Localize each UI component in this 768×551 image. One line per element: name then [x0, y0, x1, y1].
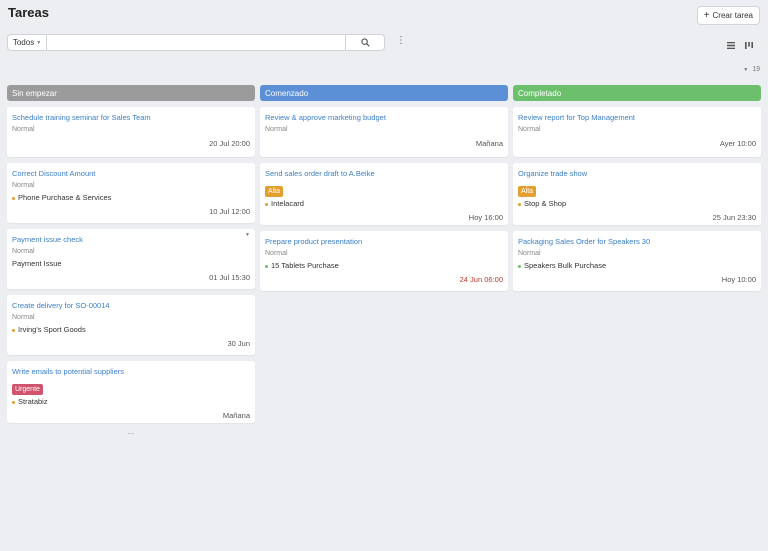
- task-client: Stratabiz: [12, 396, 250, 408]
- task-date: Ayer 10:00: [719, 139, 756, 148]
- status-dot-icon: [265, 264, 268, 268]
- card-menu-icon[interactable]: ▼: [245, 232, 250, 238]
- task-date: Mañana: [475, 139, 503, 148]
- task-priority: Normal: [12, 182, 35, 189]
- task-date: 25 Jun 23:30: [712, 213, 756, 222]
- caret-down-icon: ▼: [743, 67, 749, 73]
- more-options-icon[interactable]: ⋮: [396, 36, 406, 46]
- task-client-label: Phone Purchase & Services: [18, 193, 112, 202]
- status-dot-icon: [12, 400, 15, 404]
- task-title[interactable]: Create delivery for SO-00014: [12, 300, 250, 312]
- column-header: Sin empezar: [7, 85, 255, 101]
- task-title[interactable]: Packaging Sales Order for Speakers 30: [518, 236, 756, 248]
- task-client: Intelacard: [265, 198, 503, 210]
- search-icon: [360, 38, 370, 47]
- task-title[interactable]: Prepare product presentation: [265, 236, 503, 248]
- task-title[interactable]: Correct Discount Amount: [12, 168, 250, 180]
- task-title[interactable]: Review & approve marketing budget: [265, 112, 503, 124]
- task-priority: Normal: [12, 314, 35, 321]
- column-comenzado: Comenzado Review & approve marketing bud…: [260, 85, 508, 291]
- task-client: Payment Issue: [12, 259, 62, 268]
- task-card[interactable]: Correct Discount Amount Normal Phone Pur…: [7, 163, 255, 223]
- chevron-down-icon: ▼: [36, 39, 42, 46]
- task-card[interactable]: Schedule training seminar for Sales Team…: [7, 107, 255, 157]
- task-card[interactable]: Organize trade show Alta Stop & Shop 25 …: [513, 163, 761, 225]
- task-card[interactable]: Review report for Top Management Normal …: [513, 107, 761, 157]
- task-title[interactable]: Organize trade show: [518, 168, 756, 180]
- column-header-label: Completado: [518, 88, 562, 98]
- task-client-label: Stop & Shop: [524, 199, 567, 208]
- task-priority: Normal: [12, 248, 35, 255]
- task-priority: Normal: [265, 250, 288, 257]
- filter-select[interactable]: Todos ▼: [8, 35, 47, 50]
- filter-select-value: Todos: [12, 38, 35, 47]
- task-client-label: 15 Tablets Purchase: [271, 261, 339, 270]
- task-date: Hoy 10:00: [721, 275, 756, 284]
- task-priority: Normal: [12, 126, 35, 133]
- task-title[interactable]: Write emails to potential suppliers: [12, 366, 250, 378]
- status-dot-icon: [265, 202, 268, 206]
- task-client: Speakers Bulk Purchase: [518, 260, 756, 272]
- task-card[interactable]: Packaging Sales Order for Speakers 30 No…: [513, 231, 761, 291]
- column-header: Completado: [513, 85, 761, 101]
- task-priority: Normal: [265, 126, 288, 133]
- task-date: 01 Jul 15:30: [209, 273, 250, 282]
- task-title[interactable]: Send sales order draft to A.Beike: [265, 168, 503, 180]
- column-header-label: Comenzado: [265, 88, 309, 98]
- task-date: 10 Jul 12:00: [209, 207, 250, 216]
- task-date: 24 Jun 06:00: [459, 275, 503, 284]
- priority-badge: Alta: [518, 186, 537, 197]
- create-task-label: Crear tarea: [712, 11, 753, 20]
- column-sin-empezar: Sin empezar Schedule training seminar fo…: [7, 85, 255, 436]
- status-dot-icon: [518, 202, 521, 206]
- priority-badge: Alta: [265, 186, 284, 197]
- task-card[interactable]: Review & approve marketing budget Normal…: [260, 107, 508, 157]
- status-dot-icon: [12, 196, 15, 200]
- task-card[interactable]: Send sales order draft to A.Beike Alta I…: [260, 163, 508, 225]
- plus-icon: +: [703, 9, 710, 21]
- column-header-label: Sin empezar: [12, 88, 57, 98]
- list-view-icon[interactable]: [726, 37, 736, 55]
- task-title[interactable]: Review report for Top Management: [518, 112, 756, 124]
- task-client: Irving's Sport Goods: [12, 324, 250, 336]
- task-count[interactable]: ▼ 19: [743, 66, 760, 73]
- task-client-label: Speakers Bulk Purchase: [524, 261, 607, 270]
- task-date: Hoy 16:00: [468, 213, 503, 222]
- task-priority: Normal: [518, 250, 541, 257]
- status-dot-icon: [12, 328, 15, 332]
- task-client: 15 Tablets Purchase: [265, 260, 503, 272]
- kanban-view-icon[interactable]: [744, 37, 754, 55]
- search-input[interactable]: [47, 35, 345, 50]
- task-card[interactable]: Create delivery for SO-00014 Normal Irvi…: [7, 295, 255, 355]
- task-priority: Normal: [518, 126, 541, 133]
- task-client: Phone Purchase & Services: [12, 192, 250, 204]
- task-client-label: Irving's Sport Goods: [18, 325, 86, 334]
- create-task-button[interactable]: + Crear tarea: [696, 6, 760, 25]
- status-dot-icon: [518, 264, 521, 268]
- task-card[interactable]: Prepare product presentation Normal 15 T…: [260, 231, 508, 291]
- column-completado: Completado Review report for Top Managem…: [513, 85, 761, 291]
- task-client-label: Intelacard: [271, 199, 304, 208]
- task-card[interactable]: Write emails to potential suppliers Urge…: [7, 361, 255, 423]
- task-date: 20 Jul 20:00: [209, 139, 250, 148]
- task-client-label: Stratabiz: [18, 397, 48, 406]
- priority-badge: Urgente: [12, 384, 43, 395]
- filter-bar: Todos ▼: [7, 34, 385, 51]
- task-date: 30 Jun: [227, 339, 250, 348]
- task-date: Mañana: [222, 411, 250, 420]
- search-button[interactable]: [345, 35, 384, 50]
- page-title: Tareas: [8, 5, 49, 20]
- task-title[interactable]: Payment issue check: [12, 234, 250, 246]
- task-client: Stop & Shop: [518, 198, 756, 210]
- column-header: Comenzado: [260, 85, 508, 101]
- task-title[interactable]: Schedule training seminar for Sales Team: [12, 112, 250, 124]
- load-more-button[interactable]: ...: [7, 427, 255, 436]
- task-card[interactable]: ▼ Payment issue check Normal Payment Iss…: [7, 229, 255, 289]
- task-count-value: 19: [752, 66, 760, 73]
